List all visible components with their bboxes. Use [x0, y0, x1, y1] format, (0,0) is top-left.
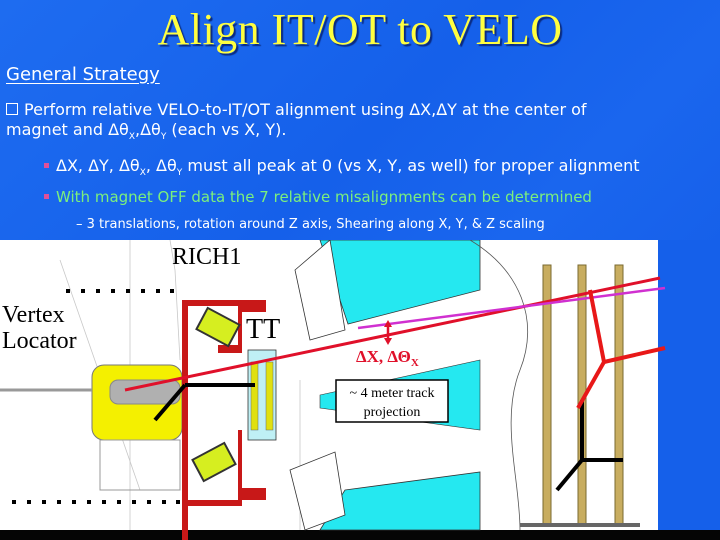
checkbox-bullet-icon: [6, 103, 18, 115]
sub-bullet: – 3 translations, rotation around Z axis…: [76, 217, 545, 232]
detector-diagram: RICH1 Vertex Locator TT ΔX, ΔΘX ~ 4 mete…: [0, 240, 720, 540]
slide-title: Align IT/OT to VELO: [157, 5, 563, 54]
locator-label: Locator: [2, 328, 77, 354]
svg-text:~ 4 meter track: ~ 4 meter track: [350, 386, 435, 401]
bottom-strip: [0, 530, 720, 540]
callout-box: ~ 4 meter track projection: [335, 379, 449, 423]
subheading: General Strategy: [6, 64, 160, 85]
bullet-magnet-off: With magnet OFF data the 7 relative misa…: [44, 188, 592, 206]
delta-label: ΔX, ΔΘX: [356, 347, 419, 369]
tt-label: TT: [246, 314, 280, 345]
bullet-icon: [44, 194, 49, 199]
bullet-peak: ΔX, ΔY, ΔθX, ΔθY must all peak at 0 (vs …: [44, 156, 640, 178]
rich1-label: RICH1: [172, 244, 241, 270]
main-point: Perform relative VELO-to-IT/OT alignment…: [6, 100, 587, 143]
vertex-label: Vertex: [2, 302, 65, 328]
svg-text:projection: projection: [364, 405, 421, 420]
bullet-icon: [44, 163, 49, 168]
